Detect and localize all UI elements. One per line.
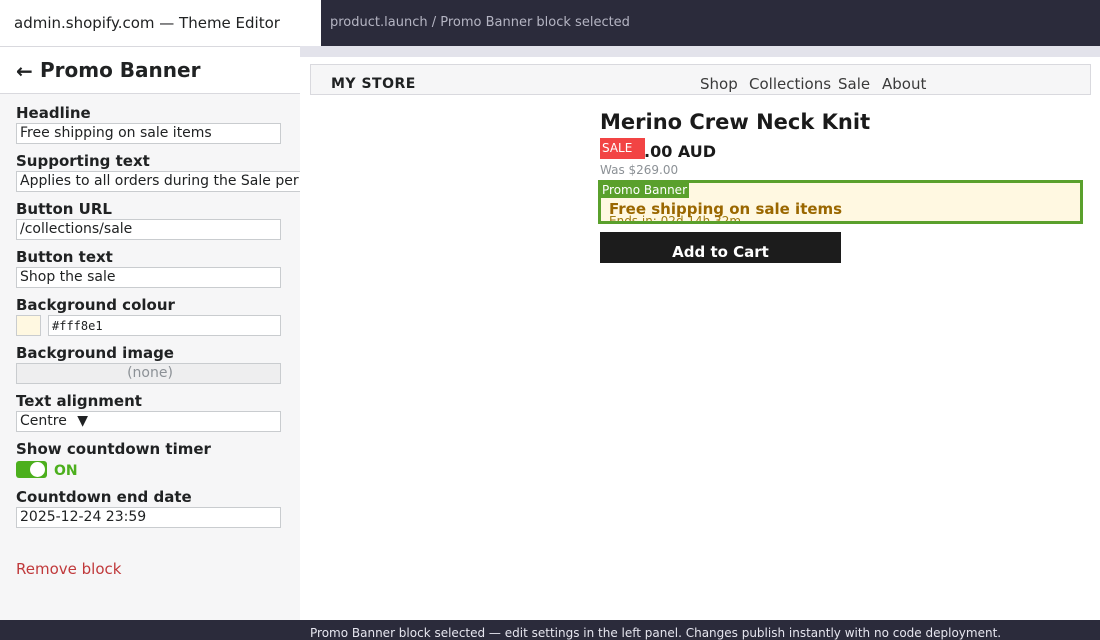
context-breadcrumb: product.launch / Promo Banner block sele…: [330, 15, 630, 30]
button-text-input[interactable]: Shop the sale: [16, 267, 281, 288]
store-header: MY STORE Shop Collections Sale About: [310, 64, 1091, 95]
panel-header: ← Promo Banner: [0, 47, 300, 94]
remove-block-link[interactable]: Remove block: [16, 560, 121, 578]
headline-input[interactable]: Free shipping on sale items: [16, 123, 281, 144]
background-image-picker[interactable]: (none): [16, 363, 281, 384]
chevron-down-icon: ▼: [77, 413, 89, 429]
store-logo[interactable]: MY STORE: [331, 76, 416, 92]
text-alignment-label: Text alignment: [16, 392, 142, 410]
colour-hex-input[interactable]: #fff8e1: [48, 315, 281, 336]
countdown-toggle-label: Show countdown timer: [16, 440, 211, 458]
button-url-input[interactable]: /collections/sale: [16, 219, 281, 240]
nav-link-about[interactable]: About: [882, 75, 926, 93]
preview-top-strip: [300, 46, 1100, 57]
sale-badge: SALE: [600, 138, 645, 159]
supporting-text-input[interactable]: Applies to all orders during the Sale pe…: [16, 171, 300, 192]
button-text-label: Button text: [16, 248, 113, 266]
panel-title: Promo Banner: [40, 58, 201, 82]
text-alignment-select[interactable]: Centre ▼: [16, 411, 281, 432]
nav-link-sale[interactable]: Sale: [838, 75, 870, 93]
product-price: .00 AUD: [644, 142, 717, 161]
toggle-state-label: ON: [54, 463, 78, 479]
top-bar: admin.shopify.com — Theme Editor product…: [0, 0, 1100, 46]
button-url-label: Button URL: [16, 200, 112, 218]
nav-link-collections[interactable]: Collections: [749, 75, 831, 93]
settings-panel: ← Promo Banner Headline Free shipping on…: [0, 46, 300, 620]
toggle-knob: [30, 462, 45, 477]
countdown-end-label: Countdown end date: [16, 488, 192, 506]
headline-label: Headline: [16, 104, 91, 122]
colour-swatch[interactable]: [16, 315, 41, 336]
supporting-text-label: Supporting text: [16, 152, 150, 170]
nav-link-shop[interactable]: Shop: [700, 75, 738, 93]
status-text: Promo Banner block selected — edit setti…: [310, 626, 1002, 640]
storefront-preview: MY STORE Shop Collections Sale About Mer…: [300, 46, 1100, 620]
countdown-toggle[interactable]: [16, 461, 47, 478]
background-image-label: Background image: [16, 344, 174, 362]
promo-headline: Free shipping on sale items: [609, 200, 843, 218]
selected-block-tag: Promo Banner: [601, 183, 689, 198]
product-title: Merino Crew Neck Knit: [600, 110, 871, 134]
back-arrow-icon[interactable]: ←: [16, 59, 33, 83]
text-alignment-value: Centre: [20, 413, 67, 429]
promo-banner-block[interactable]: Ends in: 02d 14h 32m Free shipping on sa…: [598, 180, 1083, 224]
background-colour-label: Background colour: [16, 296, 175, 314]
app-title: admin.shopify.com — Theme Editor: [0, 0, 321, 46]
status-bar: Promo Banner block selected — edit setti…: [0, 620, 1100, 640]
countdown-end-input[interactable]: 2025-12-24 23:59: [16, 507, 281, 528]
was-price: Was $269.00: [600, 163, 679, 177]
add-to-cart-button[interactable]: Add to Cart: [600, 232, 841, 263]
